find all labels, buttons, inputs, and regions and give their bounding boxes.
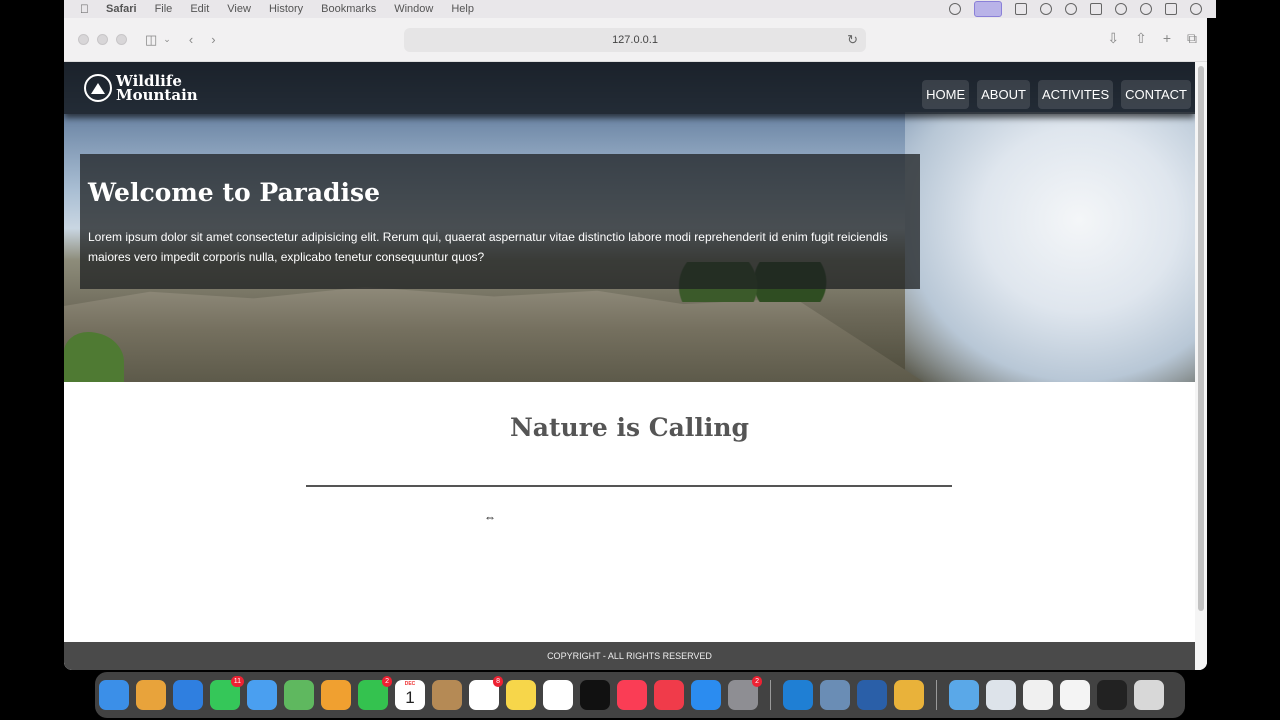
dock-separator xyxy=(770,680,771,710)
freeform-icon[interactable] xyxy=(543,680,573,710)
close-window-button[interactable] xyxy=(78,34,89,45)
window-controls xyxy=(78,34,127,45)
music-icon[interactable] xyxy=(617,680,647,710)
forward-arrow-icon[interactable]: › xyxy=(211,32,215,47)
main-nav: HOME ABOUT ACTIVITES CONTACT xyxy=(922,79,1191,109)
toolbar-actions: ⇩ ⇧ + ⧉ xyxy=(1107,30,1197,47)
hero-text: Lorem ipsum dolor sit amet consectetur a… xyxy=(88,230,888,264)
site-navbar: Wildlife Mountain HOME ABOUT ACTIVITES C… xyxy=(64,62,1195,114)
news-icon[interactable] xyxy=(654,680,684,710)
sidebar-toggle-icon[interactable]: ◫ xyxy=(145,32,157,48)
recent-window-icon-1[interactable] xyxy=(986,680,1016,710)
web-page: Wildlife Mountain HOME ABOUT ACTIVITES C… xyxy=(64,62,1195,670)
display-icon[interactable] xyxy=(1015,3,1027,15)
status-icons xyxy=(949,1,1202,17)
nav-activities[interactable]: ACTIVITES xyxy=(1037,79,1114,109)
quicktime-icon[interactable] xyxy=(857,680,887,710)
appletv-icon[interactable] xyxy=(580,680,610,710)
wifi-icon[interactable] xyxy=(1115,3,1127,15)
zoom-window-button[interactable] xyxy=(116,34,127,45)
menu-view[interactable]: View xyxy=(227,3,251,15)
menu-app-name[interactable]: Safari xyxy=(106,3,137,15)
section-title: Nature is Calling xyxy=(509,413,750,442)
site-footer: COPYRIGHT - ALL RIGHTS RESERVED xyxy=(64,642,1195,670)
welcome-box: Welcome to Paradise Lorem ipsum dolor si… xyxy=(80,154,920,289)
resize-cursor-icon: ⇔ xyxy=(484,510,496,524)
hero-title: Welcome to Paradise xyxy=(88,178,380,207)
record-icon[interactable] xyxy=(949,3,961,15)
recent-window-icon-4[interactable] xyxy=(1097,680,1127,710)
back-arrow-icon[interactable]: ‹ xyxy=(189,32,193,47)
recent-window-icon-2[interactable] xyxy=(1023,680,1053,710)
nav-about[interactable]: ABOUT xyxy=(977,79,1030,109)
facetime-icon[interactable]: 2 xyxy=(358,676,392,710)
menu-edit[interactable]: Edit xyxy=(190,3,209,15)
new-tab-icon[interactable]: + xyxy=(1163,30,1171,47)
site-logo[interactable]: Wildlife Mountain xyxy=(84,74,198,104)
launchpad-icon[interactable] xyxy=(136,680,166,710)
browser-toolbar: ◫ ⌄ ‹ › 127.0.0.1 ↻ ⇩ ⇧ + ⧉ xyxy=(64,18,1207,62)
reminders-icon[interactable]: 8 xyxy=(469,676,503,710)
play-icon[interactable] xyxy=(1065,3,1077,15)
photos-icon[interactable] xyxy=(321,680,351,710)
hero-sky xyxy=(905,112,1195,382)
menu-file[interactable]: File xyxy=(155,3,173,15)
downloads-folder-icon[interactable] xyxy=(949,680,979,710)
apple-menu-icon[interactable]:  xyxy=(80,2,96,16)
notification-badge: 2 xyxy=(382,676,392,687)
mountain-logo-icon xyxy=(84,74,112,102)
nav-home[interactable]: HOME xyxy=(922,79,970,109)
calendar-icon[interactable]: DEC 1 xyxy=(395,680,425,710)
footer-copyright: COPYRIGHT - ALL RIGHTS RESERVED xyxy=(547,651,712,661)
system-settings-icon[interactable]: 2 xyxy=(728,676,762,710)
section-divider xyxy=(306,485,952,487)
messages-icon[interactable]: 11 xyxy=(210,676,244,710)
menu-bookmarks[interactable]: Bookmarks xyxy=(321,3,376,15)
control-center-icon[interactable] xyxy=(1165,3,1177,15)
minimize-window-button[interactable] xyxy=(97,34,108,45)
creative-cloud-icon[interactable] xyxy=(1040,3,1052,15)
chevron-down-icon[interactable]: ⌄ xyxy=(163,34,171,45)
notification-badge: 11 xyxy=(230,676,244,687)
preview-icon[interactable] xyxy=(820,680,850,710)
dock: 11 2 DEC 1 8 2 xyxy=(95,672,1185,718)
hero-banner: Wildlife Mountain HOME ABOUT ACTIVITES C… xyxy=(64,62,1195,382)
downloads-icon[interactable]: ⇩ xyxy=(1107,30,1119,47)
page-scrollbar[interactable] xyxy=(1195,62,1207,670)
spotlight-search-icon[interactable] xyxy=(1140,3,1152,15)
logo-text: Wildlife Mountain xyxy=(116,74,198,104)
maps-icon[interactable] xyxy=(284,680,314,710)
recent-window-icon-3[interactable] xyxy=(1060,680,1090,710)
reload-icon[interactable]: ↻ xyxy=(847,32,858,48)
trash-icon[interactable] xyxy=(1134,680,1164,710)
notification-badge: 2 xyxy=(752,676,762,687)
menu-history[interactable]: History xyxy=(269,3,303,15)
notification-badge: 8 xyxy=(493,676,503,687)
finder-icon[interactable] xyxy=(99,680,129,710)
calendar-month: DEC xyxy=(404,681,416,687)
screen-mirroring-icon[interactable] xyxy=(974,1,1002,17)
menu-bar:  Safari File Edit View History Bookmark… xyxy=(64,0,1216,18)
mail-icon[interactable] xyxy=(247,680,277,710)
vscode-icon[interactable] xyxy=(783,680,813,710)
safari-icon[interactable] xyxy=(173,680,203,710)
safari-window: ◫ ⌄ ‹ › 127.0.0.1 ↻ ⇩ ⇧ + ⧉ Wildlife Mou… xyxy=(64,18,1207,670)
share-icon[interactable]: ⇧ xyxy=(1135,30,1147,47)
battery-icon[interactable] xyxy=(1090,3,1102,15)
menu-help[interactable]: Help xyxy=(451,3,474,15)
nav-contact[interactable]: CONTACT xyxy=(1121,79,1191,109)
notes-icon[interactable] xyxy=(506,680,536,710)
dock-separator xyxy=(936,680,937,710)
tab-overview-icon[interactable]: ⧉ xyxy=(1187,30,1197,47)
url-text: 127.0.0.1 xyxy=(612,34,658,46)
menu-window[interactable]: Window xyxy=(394,3,433,15)
siri-icon[interactable] xyxy=(1190,3,1202,15)
logo-line-2: Mountain xyxy=(116,86,198,104)
appstore-icon[interactable] xyxy=(691,680,721,710)
contacts-icon[interactable] xyxy=(432,680,462,710)
chrome-icon[interactable] xyxy=(894,680,924,710)
calendar-day: 1 xyxy=(405,688,415,707)
address-bar[interactable]: 127.0.0.1 ↻ xyxy=(404,28,866,52)
scrollbar-thumb[interactable] xyxy=(1198,66,1204,611)
